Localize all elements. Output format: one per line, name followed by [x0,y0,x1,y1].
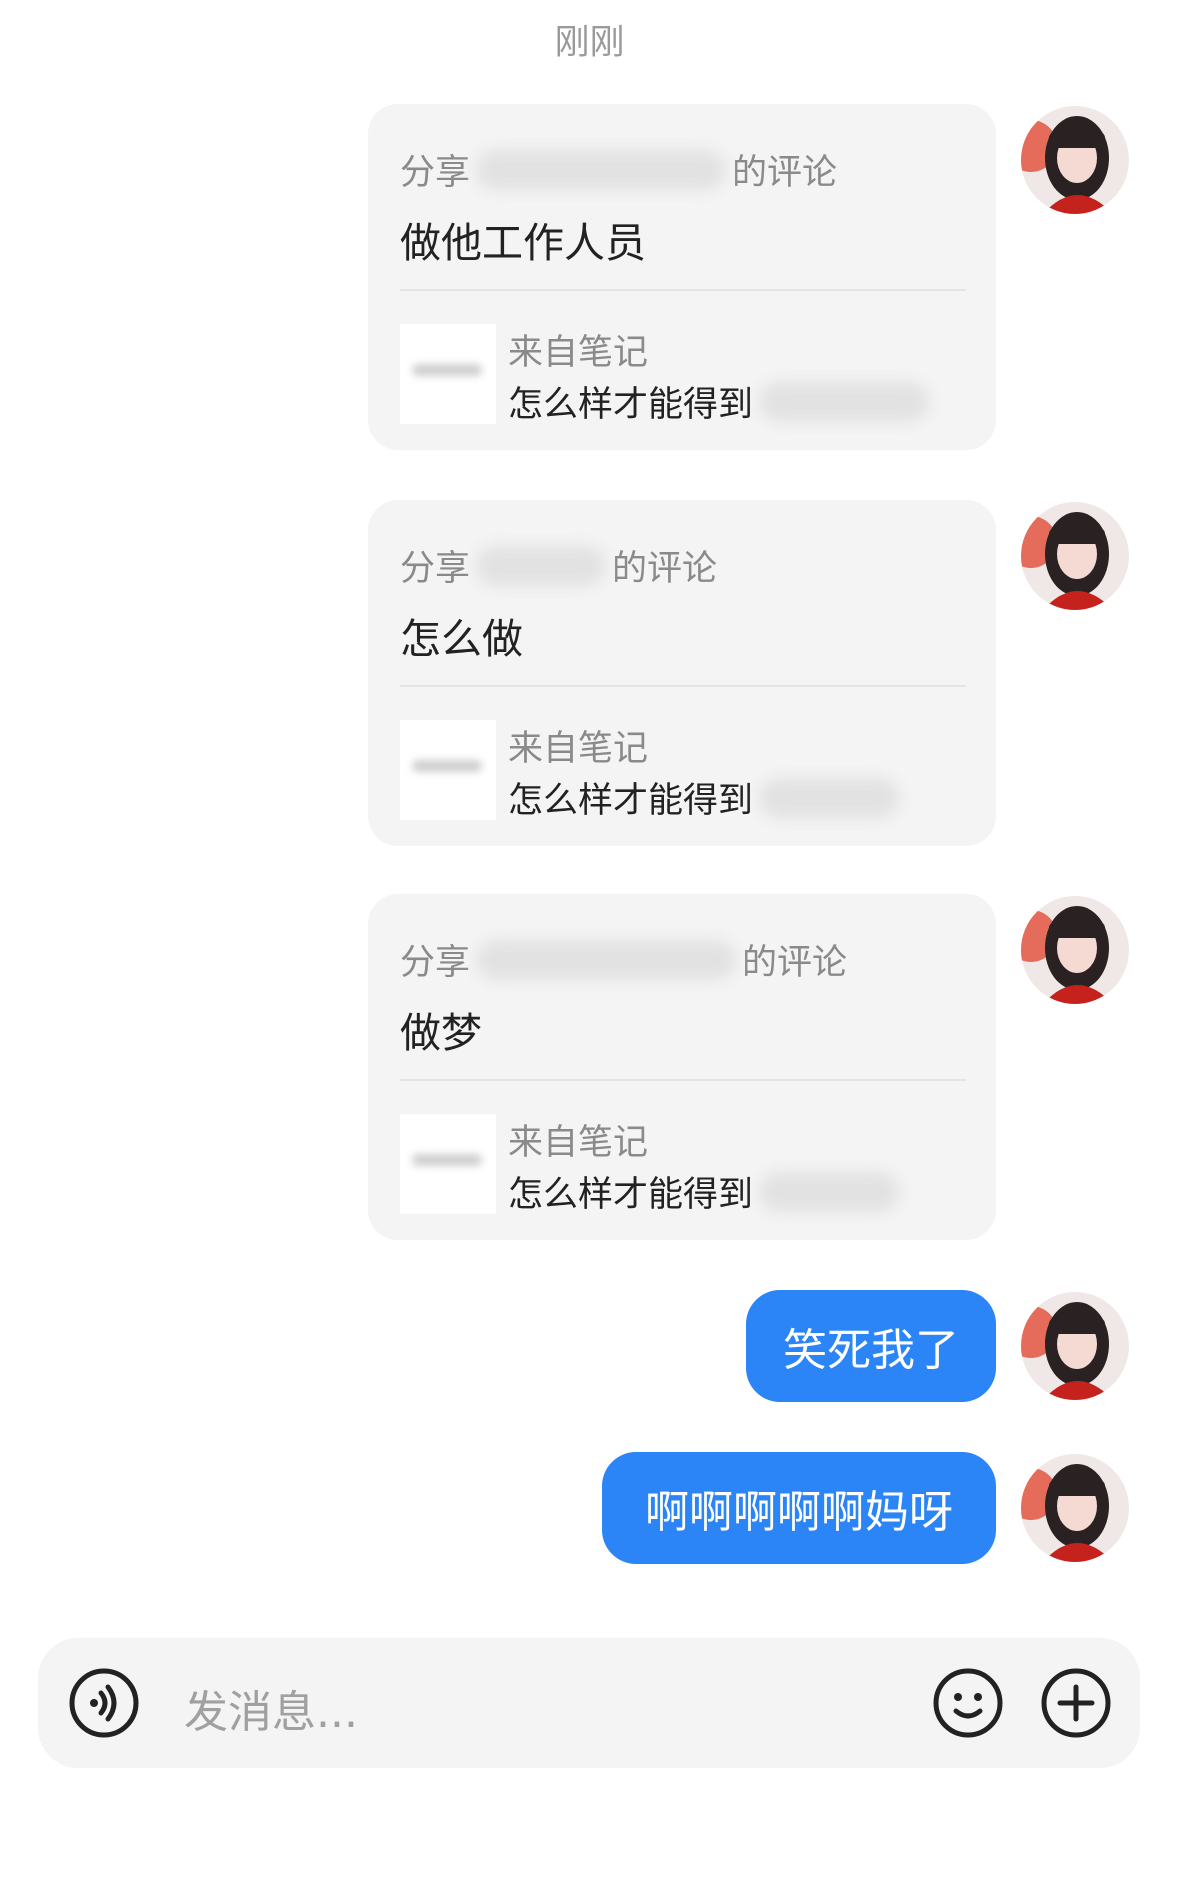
avatar[interactable] [1021,502,1129,610]
note-title: 怎么样才能得到 [508,1166,905,1217]
blurred-username [476,545,607,586]
share-suffix: 的评论 [742,943,848,983]
comment-text: 做他工作人员 [400,219,646,267]
blurred-username [476,939,737,980]
share-line: 分享 的评论 [400,540,717,591]
avatar[interactable] [1021,1454,1129,1562]
comment-text: 怎么做 [400,615,523,663]
avatar[interactable] [1021,1292,1129,1400]
shared-comment-card[interactable]: 分享 的评论 做他工作人员 来自笔记 怎么样才能得到 [368,104,996,450]
share-suffix: 的评论 [732,153,838,193]
shared-comment-card[interactable]: 分享 的评论 怎么做 来自笔记 怎么样才能得到 [368,500,996,846]
avatar[interactable] [1021,896,1129,1004]
share-line: 分享 的评论 [400,144,837,195]
note-title-text: 怎么样才能得到 [508,385,754,425]
from-note-label: 来自笔记 [508,1123,649,1163]
comment-text: 做梦 [400,1009,482,1057]
note-title: 怎么样才能得到 [508,772,905,823]
message-input-bar: 发消息... [38,1638,1140,1768]
message-text: 啊啊啊啊啊妈呀 [645,1487,953,1538]
blurred-username [476,149,727,190]
message-input[interactable]: 发消息... [184,1676,358,1740]
note-title-text: 怎么样才能得到 [508,781,754,821]
voice-icon[interactable] [68,1667,140,1739]
message-bubble[interactable]: 啊啊啊啊啊妈呀 [602,1452,996,1564]
blurred-note-title [759,777,900,818]
divider [400,685,966,687]
note-title: 怎么样才能得到 [508,376,935,427]
avatar[interactable] [1021,106,1129,214]
plus-circle-icon[interactable] [1040,1667,1112,1739]
from-note-label: 来自笔记 [508,333,649,373]
share-prefix: 分享 [400,549,471,589]
divider [400,289,966,291]
share-prefix: 分享 [400,943,471,983]
timestamp: 刚刚 [554,23,625,63]
note-thumbnail [400,324,496,424]
from-note-label: 来自笔记 [508,729,649,769]
message-bubble[interactable]: 笑死我了 [746,1290,996,1402]
message-text: 笑死我了 [783,1325,959,1376]
note-thumbnail [400,1114,496,1214]
note-thumbnail [400,720,496,820]
divider [400,1079,966,1081]
shared-comment-card[interactable]: 分享 的评论 做梦 来自笔记 怎么样才能得到 [368,894,996,1240]
emoji-icon[interactable] [932,1667,1004,1739]
blurred-note-title [759,381,930,422]
share-line: 分享 的评论 [400,934,847,985]
share-suffix: 的评论 [612,549,718,589]
blurred-note-title [759,1171,900,1212]
share-prefix: 分享 [400,153,471,193]
note-title-text: 怎么样才能得到 [508,1175,754,1215]
